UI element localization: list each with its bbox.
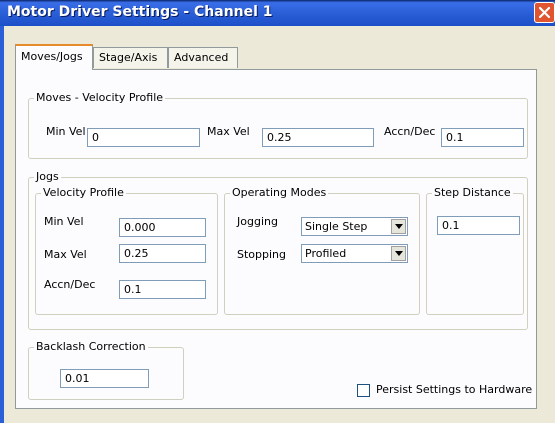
- jogging-mode-select[interactable]: Single Step: [301, 217, 408, 236]
- step-distance-input[interactable]: 0.1: [437, 216, 520, 235]
- moves-max-vel-label: Max Vel: [207, 125, 250, 138]
- moves-accn-input[interactable]: 0.1: [441, 128, 524, 147]
- step-distance-legend: Step Distance: [432, 186, 513, 199]
- step-distance-group: Step Distance 0.1: [426, 186, 524, 315]
- moves-velocity-profile-group: Moves - Velocity Profile Min Vel 0 Max V…: [28, 91, 528, 159]
- jogs-group: Jogs Velocity Profile Min Vel 0.000 Max …: [28, 170, 528, 330]
- persist-settings-checkbox[interactable]: [357, 384, 370, 397]
- tab-moves-jogs[interactable]: Moves/Jogs: [15, 44, 93, 70]
- jogging-mode-value: Single Step: [305, 220, 368, 233]
- stopping-mode-select[interactable]: Profiled: [301, 244, 408, 263]
- jogging-dropdown-button[interactable]: [391, 219, 406, 234]
- window-frame: [0, 26, 4, 423]
- moves-min-vel-input[interactable]: 0: [87, 128, 200, 147]
- tab-advanced[interactable]: Advanced: [168, 47, 238, 68]
- moves-accn-label: Accn/Dec: [384, 125, 436, 138]
- jog-min-vel-label: Min Vel: [44, 215, 84, 228]
- operating-modes-legend: Operating Modes: [230, 186, 329, 199]
- tab-stage-axis[interactable]: Stage/Axis: [93, 47, 168, 68]
- moves-group-legend: Moves - Velocity Profile: [34, 91, 166, 104]
- close-icon: [538, 6, 551, 19]
- jogs-group-legend: Jogs: [34, 170, 61, 183]
- chevron-down-icon: [395, 224, 403, 229]
- moves-jogs-panel: Moves - Velocity Profile Min Vel 0 Max V…: [15, 69, 537, 409]
- close-button[interactable]: [534, 2, 555, 23]
- title-bar[interactable]: Motor Driver Settings - Channel 1: [0, 0, 555, 26]
- jog-accn-label: Accn/Dec: [44, 278, 96, 291]
- stopping-mode-value: Profiled: [305, 247, 347, 260]
- window-title: Motor Driver Settings - Channel 1: [7, 4, 273, 20]
- jog-min-vel-input[interactable]: 0.000: [119, 218, 206, 237]
- jog-accn-input[interactable]: 0.1: [119, 280, 206, 299]
- jog-velocity-profile-group: Velocity Profile Min Vel 0.000 Max Vel 0…: [35, 186, 218, 315]
- moves-min-vel-label: Min Vel: [46, 125, 86, 138]
- backlash-correction-group: Backlash Correction 0.01: [28, 340, 184, 400]
- jog-max-vel-label: Max Vel: [44, 248, 87, 261]
- persist-settings-label[interactable]: Persist Settings to Hardware: [376, 383, 532, 396]
- jog-max-vel-input[interactable]: 0.25: [119, 244, 206, 263]
- stopping-label: Stopping: [237, 248, 287, 261]
- moves-max-vel-input[interactable]: 0.25: [262, 128, 374, 147]
- settings-dialog: Motor Driver Settings - Channel 1 Moves/…: [0, 0, 555, 423]
- operating-modes-group: Operating Modes Jogging Single Step Stop…: [224, 186, 420, 315]
- chevron-down-icon: [395, 251, 403, 256]
- jogging-label: Jogging: [237, 215, 278, 228]
- jog-velocity-profile-legend: Velocity Profile: [41, 186, 126, 199]
- backlash-legend: Backlash Correction: [34, 340, 148, 353]
- stopping-dropdown-button[interactable]: [391, 246, 406, 261]
- backlash-input[interactable]: 0.01: [60, 369, 149, 388]
